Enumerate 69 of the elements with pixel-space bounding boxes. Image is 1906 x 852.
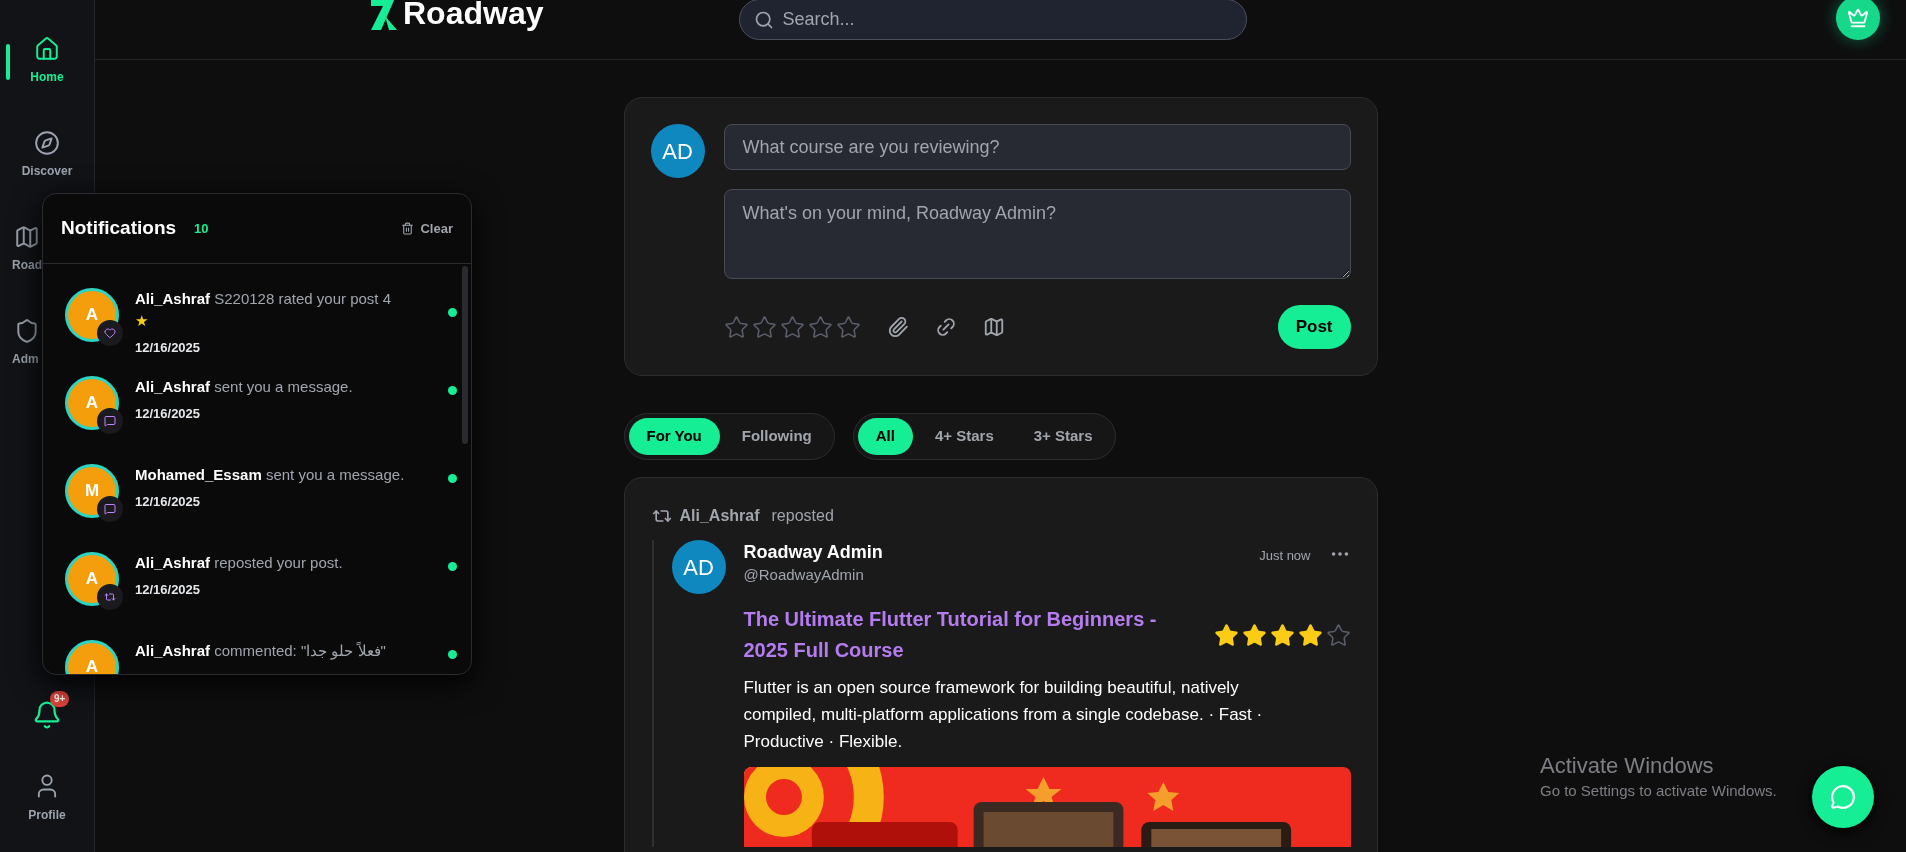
course-field[interactable]: What course are you reviewing?	[723, 124, 1351, 170]
map-icon[interactable]	[982, 316, 1005, 338]
repost-icon	[104, 591, 116, 603]
nav-item[interactable]: Profile	[28, 772, 66, 824]
home-icon	[34, 36, 60, 62]
search-icon	[754, 9, 775, 30]
crown-icon	[1847, 7, 1869, 29]
panel-title: Notifications	[61, 216, 177, 241]
profile-avatar[interactable]	[1836, 0, 1880, 40]
notification-badge: 9+	[50, 691, 70, 707]
notification-text: Ali_Ashraf reposted your post.	[135, 553, 344, 573]
star-icon	[779, 314, 805, 340]
star-icon	[1325, 622, 1351, 648]
filter-tab[interactable]: 4+ Stars	[916, 418, 1012, 455]
notification-avatar: A	[65, 640, 119, 674]
repost-label: reposted	[771, 506, 834, 526]
clear-button[interactable]: Clear	[401, 218, 453, 239]
post-body: Flutter is an open source framework for building beautiful, natively compiled, multi-platform applications from a single codebase. · Fast · Productive · Flexible.	[743, 677, 1264, 753]
search-field[interactable]: Search...	[739, 0, 1248, 40]
notification-text: Mohamed_Essam sent you a message.	[135, 465, 406, 485]
search-input[interactable]: Search...	[782, 6, 1233, 33]
star-icon	[807, 314, 833, 340]
author-avatar: AD	[671, 540, 726, 594]
rating-icon	[104, 327, 116, 339]
message-icon	[104, 503, 116, 515]
map-icon	[14, 224, 40, 250]
star-icon	[1269, 622, 1295, 648]
author-handle: @RoadwayAdmin	[743, 565, 865, 585]
notification-date: 12/16/2025	[135, 493, 202, 511]
message-icon	[104, 415, 116, 427]
star-icon	[1297, 622, 1323, 648]
star-icon	[835, 314, 861, 340]
feed-tab[interactable]: Following	[723, 418, 830, 455]
nav-item[interactable]: Adm	[12, 318, 40, 368]
activation-title: Activate Windows	[1540, 752, 1715, 780]
user-avatar: AD	[650, 124, 705, 178]
star-icon	[1213, 622, 1239, 648]
notification-item[interactable]: M Mohamed_Essam sent you a message. 12/16/2025	[43, 440, 471, 528]
trash-icon	[401, 222, 415, 235]
feed-tab[interactable]: For You	[628, 418, 720, 455]
logo-icon	[369, 0, 399, 32]
filter-tab[interactable]: All	[857, 418, 913, 455]
post-text-field[interactable]: What's on your mind, Roadway Admin?	[723, 189, 1351, 279]
logo-text: Roadway	[403, 0, 544, 29]
compass-icon	[34, 130, 60, 156]
notification-bell-icon[interactable]	[32, 700, 62, 730]
star-icon	[723, 314, 749, 340]
active-indicator	[6, 44, 10, 80]
nav-item[interactable]: Road	[12, 224, 42, 274]
activation-text: Go to Settings to activate Windows.	[1540, 781, 1777, 801]
notification-count: 10	[194, 219, 209, 238]
chat-icon	[1830, 784, 1856, 810]
shield-icon	[14, 318, 40, 344]
notification-date: 12/16/2025	[135, 581, 202, 599]
star-icon	[751, 314, 777, 340]
post-button[interactable]: Post	[1277, 305, 1351, 349]
filter-tab[interactable]: 3+ Stars	[1015, 418, 1111, 455]
author-name[interactable]: Roadway Admin	[743, 540, 883, 564]
star-icon	[1241, 622, 1267, 648]
notification-text: Ali_Ashraf S220128 rated your post 4 ★	[135, 289, 392, 331]
reposter-name[interactable]: Ali_Ashraf	[679, 504, 760, 528]
nav-item[interactable]: Home	[30, 36, 64, 86]
notification-item[interactable]: A Ali_Ashraf reposted your post. 12/16/2025	[43, 528, 471, 616]
paperclip-icon[interactable]	[886, 316, 909, 338]
post-time: Just now	[1259, 547, 1311, 565]
notification-text: Ali_Ashraf sent you a message.	[135, 377, 354, 397]
notification-date: 12/16/2025	[135, 405, 202, 423]
course-title[interactable]: The Ultimate Flutter Tutorial for Beginners - 2025 Full Course	[743, 604, 1174, 666]
nav-item[interactable]: Discover	[21, 130, 73, 180]
